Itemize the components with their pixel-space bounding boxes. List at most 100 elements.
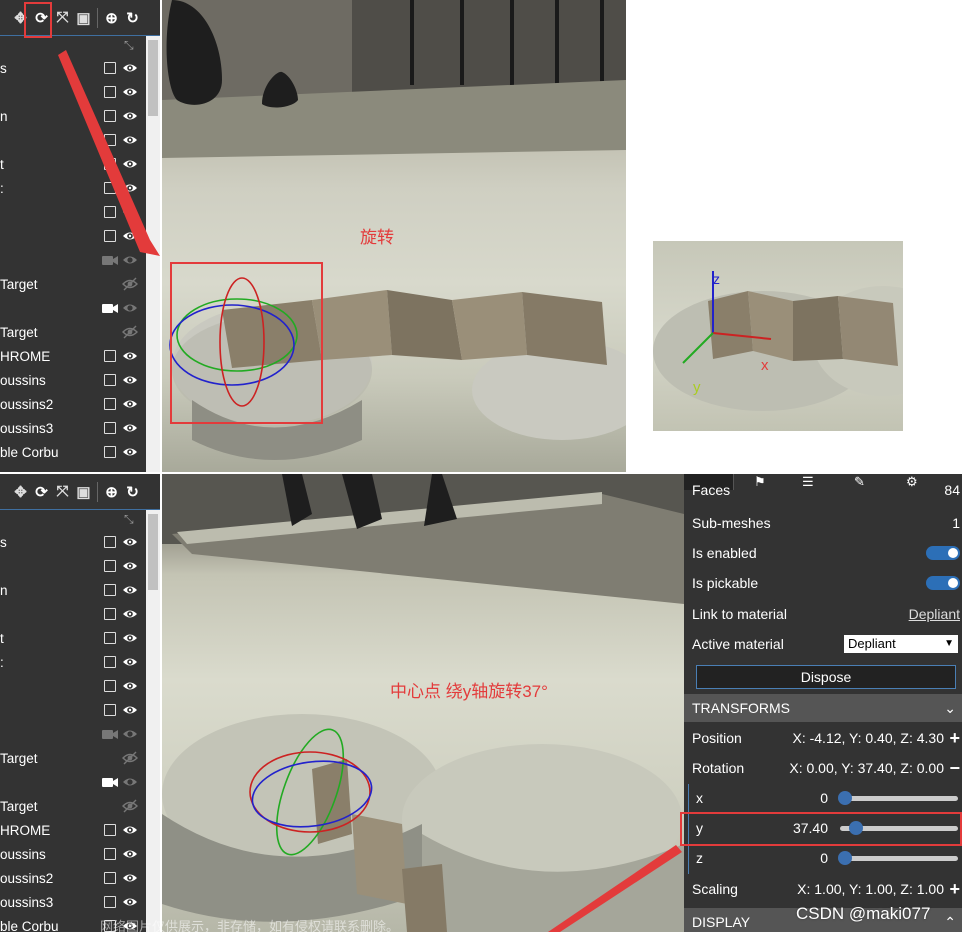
bounding-box-gizmo-button[interactable]: ▣ (73, 7, 94, 29)
transforms-header[interactable]: TRANSFORMS ⌄ (684, 694, 962, 722)
dispose-button[interactable]: Dispose (696, 665, 956, 689)
tree-row[interactable] (0, 224, 160, 248)
bounding-box-checkbox[interactable] (104, 560, 116, 572)
eye-icon[interactable] (122, 253, 138, 267)
eye-slash-icon[interactable] (122, 799, 138, 813)
bounding-box-gizmo-button[interactable]: ▣ (73, 481, 94, 503)
bounding-box-checkbox[interactable] (104, 62, 116, 74)
bounding-box-checkbox[interactable] (104, 680, 116, 692)
tree-row[interactable]: HROME (0, 344, 160, 368)
eye-icon[interactable] (122, 373, 138, 387)
bounding-box-checkbox[interactable] (104, 848, 116, 860)
eye-icon[interactable] (122, 679, 138, 693)
bounding-box-checkbox[interactable] (104, 86, 116, 98)
tree-row[interactable] (0, 200, 160, 224)
collapse-icon[interactable]: ⤡ (124, 512, 134, 527)
eye-icon[interactable] (122, 109, 138, 123)
camera-icon[interactable] (102, 728, 118, 740)
eye-icon[interactable] (122, 205, 138, 219)
refresh-button[interactable]: ↻ (122, 7, 143, 29)
scale-gizmo-button[interactable]: ⤧ (52, 481, 73, 503)
tree-row[interactable]: oussins (0, 368, 160, 392)
viewport-bottom[interactable]: 中心点 绕y轴旋转37° (162, 474, 684, 932)
tree-row[interactable]: oussins3 (0, 416, 160, 440)
tree-row[interactable] (0, 296, 160, 320)
camera-icon[interactable] (102, 302, 118, 314)
eye-icon[interactable] (122, 349, 138, 363)
bounding-box-checkbox[interactable] (104, 422, 116, 434)
is-pickable-toggle[interactable] (926, 576, 960, 590)
explorer-scrollbar[interactable] (146, 36, 160, 472)
bounding-box-checkbox[interactable] (104, 350, 116, 362)
eye-icon[interactable] (122, 61, 138, 75)
tree-row[interactable]: s (0, 56, 160, 80)
tree-row[interactable] (0, 770, 160, 794)
tree-row[interactable]: t (0, 626, 160, 650)
eye-icon[interactable] (122, 157, 138, 171)
bounding-box-checkbox[interactable] (104, 134, 116, 146)
tree-row[interactable]: Target (0, 794, 160, 818)
bounding-box-checkbox[interactable] (104, 230, 116, 242)
bounding-box-checkbox[interactable] (104, 608, 116, 620)
scrollbar-thumb[interactable] (148, 40, 158, 116)
explorer-scrollbar[interactable] (146, 510, 160, 932)
collapse-minus-icon[interactable]: − (949, 758, 960, 779)
tree-row[interactable]: Target (0, 320, 160, 344)
bounding-box-checkbox[interactable] (104, 704, 116, 716)
bounding-box-checkbox[interactable] (104, 374, 116, 386)
tree-row[interactable] (0, 554, 160, 578)
tree-row[interactable] (0, 602, 160, 626)
tree-row[interactable] (0, 674, 160, 698)
bounding-box-checkbox[interactable] (104, 398, 116, 410)
refresh-button[interactable]: ↻ (122, 481, 143, 503)
tree-row[interactable]: ble Corbu (0, 440, 160, 464)
eye-icon[interactable] (122, 607, 138, 621)
tree-row[interactable] (0, 248, 160, 272)
active-material-select[interactable]: Depliant ▼ (844, 635, 958, 653)
tree-row[interactable] (0, 698, 160, 722)
expand-plus-icon[interactable]: + (949, 879, 960, 900)
eye-icon[interactable] (122, 823, 138, 837)
eye-slash-icon[interactable] (122, 751, 138, 765)
tree-row[interactable]: oussins (0, 842, 160, 866)
tree-row[interactable]: n (0, 104, 160, 128)
scrollbar-thumb[interactable] (148, 514, 158, 590)
eye-icon[interactable] (122, 397, 138, 411)
camera-icon[interactable] (102, 776, 118, 788)
tree-row[interactable]: HROME (0, 818, 160, 842)
eye-icon[interactable] (122, 847, 138, 861)
eye-icon[interactable] (122, 895, 138, 909)
bounding-box-checkbox[interactable] (104, 158, 116, 170)
rotation-x-thumb[interactable] (838, 791, 852, 805)
rotate-gizmo-button[interactable]: ⟳ (31, 481, 52, 503)
rotation-x-slider[interactable] (840, 796, 958, 801)
bounding-box-checkbox[interactable] (104, 536, 116, 548)
eye-icon[interactable] (122, 775, 138, 789)
eye-icon[interactable] (122, 535, 138, 549)
bounding-box-checkbox[interactable] (104, 584, 116, 596)
bounding-box-checkbox[interactable] (104, 896, 116, 908)
tree-row[interactable]: Target (0, 272, 160, 296)
eye-icon[interactable] (122, 181, 138, 195)
camera-icon[interactable] (102, 254, 118, 266)
tree-row[interactable]: oussins3 (0, 890, 160, 914)
target-icon[interactable]: ⊕ (101, 481, 122, 503)
bounding-box-checkbox[interactable] (104, 824, 116, 836)
target-icon[interactable]: ⊕ (101, 7, 122, 29)
bounding-box-checkbox[interactable] (104, 182, 116, 194)
eye-icon[interactable] (122, 229, 138, 243)
rotation-z-slider[interactable] (840, 856, 958, 861)
eye-icon[interactable] (122, 133, 138, 147)
tree-row[interactable]: Target (0, 746, 160, 770)
tree-row[interactable] (0, 722, 160, 746)
tree-row[interactable] (0, 128, 160, 152)
tree-row[interactable]: oussins2 (0, 392, 160, 416)
bounding-box-checkbox[interactable] (104, 110, 116, 122)
rotation-z-thumb[interactable] (838, 851, 852, 865)
tree-row[interactable] (0, 80, 160, 104)
is-enabled-toggle[interactable] (926, 546, 960, 560)
scale-gizmo-button[interactable]: ⤧ (52, 7, 73, 29)
bounding-box-checkbox[interactable] (104, 206, 116, 218)
tree-row[interactable]: t (0, 152, 160, 176)
bounding-box-checkbox[interactable] (104, 446, 116, 458)
